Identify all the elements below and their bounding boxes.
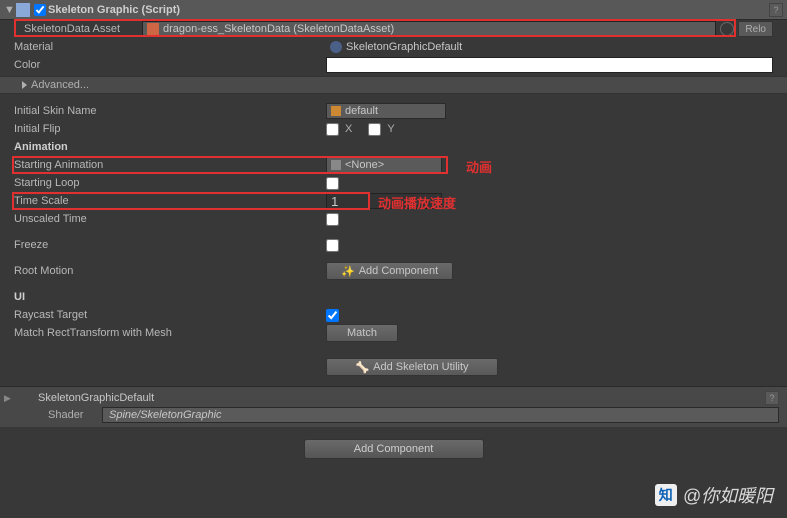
help-icon[interactable]: ? (765, 391, 779, 405)
time-scale-label: Time Scale (14, 195, 326, 207)
skeleton-data-asset-field[interactable]: dragon-ess_SkeletonData (SkeletonDataAss… (142, 21, 716, 37)
material-row: Material SkeletonGraphicDefault (0, 38, 787, 56)
script-icon (16, 3, 30, 17)
object-picker-icon[interactable] (720, 22, 734, 36)
raycast-target-row: Raycast Target (0, 306, 787, 324)
add-component-area: Add Component (0, 427, 787, 477)
animation-section-header: Animation (0, 138, 787, 156)
flip-x-label: X (345, 123, 352, 135)
raycast-target-label: Raycast Target (14, 309, 326, 321)
initial-skin-value: default (345, 105, 378, 117)
root-motion-add-button[interactable]: ✨ Add Component (326, 262, 453, 280)
skeleton-utility-row: 🦴 Add Skeleton Utility (0, 358, 787, 376)
skeleton-data-asset-label: SkeletonData Asset (24, 23, 142, 35)
unscaled-time-label: Unscaled Time (14, 213, 326, 225)
foldout-toggle[interactable]: ▼ (4, 4, 16, 16)
raycast-target-checkbox[interactable] (326, 309, 339, 322)
starting-animation-value: <None> (345, 159, 384, 171)
unscaled-time-checkbox[interactable] (326, 213, 339, 226)
material-value: SkeletonGraphicDefault (346, 41, 462, 53)
color-label: Color (14, 59, 326, 71)
watermark-text: @你如暖阳 (683, 482, 773, 508)
help-icon[interactable]: ? (769, 3, 783, 17)
add-skeleton-utility-button[interactable]: 🦴 Add Skeleton Utility (326, 358, 498, 376)
zhihu-icon: 知 (655, 484, 677, 506)
add-component-button[interactable]: Add Component (304, 439, 484, 459)
material-name: SkeletonGraphicDefault (38, 392, 763, 404)
shader-label: Shader (48, 409, 102, 421)
component-enabled-checkbox[interactable] (34, 4, 46, 16)
wand-icon: ✨ (341, 265, 355, 278)
ui-section-header: UI (0, 288, 787, 306)
material-icon (330, 41, 342, 53)
freeze-checkbox[interactable] (326, 239, 339, 252)
foldout-arrow-icon[interactable]: ▶ (4, 393, 11, 404)
component-title: Skeleton Graphic (Script) (48, 4, 767, 16)
starting-animation-dropdown[interactable]: <None> (326, 157, 442, 173)
material-label: Material (14, 41, 326, 53)
starting-loop-label: Starting Loop (14, 177, 326, 189)
skeleton-data-asset-row: SkeletonData Asset dragon-ess_SkeletonDa… (0, 20, 787, 38)
unscaled-time-row: Unscaled Time (0, 210, 787, 228)
chevron-right-icon (22, 81, 27, 89)
watermark: 知 @你如暖阳 (655, 482, 773, 508)
material-field[interactable]: SkeletonGraphicDefault (326, 39, 773, 55)
initial-flip-label: Initial Flip (14, 123, 326, 135)
root-motion-label: Root Motion (14, 265, 326, 277)
flip-y-checkbox[interactable] (368, 123, 381, 136)
reload-button[interactable]: Relo (738, 21, 773, 37)
root-motion-add-label: Add Component (359, 265, 439, 277)
shader-dropdown[interactable]: Spine/SkeletonGraphic (102, 407, 779, 423)
initial-flip-row: Initial Flip X Y (0, 120, 787, 138)
initial-skin-row: Initial Skin Name default (0, 102, 787, 120)
match-rect-label: Match RectTransform with Mesh (14, 327, 326, 339)
advanced-foldout[interactable]: Advanced... (0, 76, 787, 94)
match-rect-row: Match RectTransform with Mesh Match (0, 324, 787, 342)
color-row: Color (0, 56, 787, 74)
bone-icon: 🦴 (355, 361, 369, 374)
flip-x-checkbox[interactable] (326, 123, 339, 136)
freeze-row: Freeze (0, 236, 787, 254)
initial-skin-dropdown[interactable]: default (326, 103, 446, 119)
skin-icon (331, 106, 341, 116)
material-component: ▶ SkeletonGraphicDefault ? Shader Spine/… (0, 386, 787, 427)
color-field[interactable] (326, 57, 773, 73)
starting-loop-checkbox[interactable] (326, 177, 339, 190)
match-button[interactable]: Match (326, 324, 398, 342)
starting-animation-label: Starting Animation (14, 159, 326, 171)
root-motion-row: Root Motion ✨ Add Component (0, 262, 787, 280)
advanced-label: Advanced... (31, 79, 89, 91)
freeze-label: Freeze (14, 239, 326, 251)
flip-y-label: Y (387, 123, 394, 135)
initial-skin-label: Initial Skin Name (14, 105, 326, 117)
asset-icon (147, 23, 159, 35)
shader-row: Shader Spine/SkeletonGraphic (0, 407, 787, 425)
time-scale-row: Time Scale 动画播放速度 (0, 192, 787, 210)
starting-animation-row: Starting Animation <None> 动画 (0, 156, 787, 174)
starting-loop-row: Starting Loop (0, 174, 787, 192)
component-header[interactable]: ▼ Skeleton Graphic (Script) ? (0, 0, 787, 20)
shader-value: Spine/SkeletonGraphic (109, 409, 222, 421)
add-skeleton-utility-label: Add Skeleton Utility (373, 361, 468, 373)
time-scale-input[interactable] (326, 193, 442, 209)
animation-icon (331, 160, 341, 170)
skeleton-data-asset-value: dragon-ess_SkeletonData (SkeletonDataAss… (163, 23, 394, 35)
